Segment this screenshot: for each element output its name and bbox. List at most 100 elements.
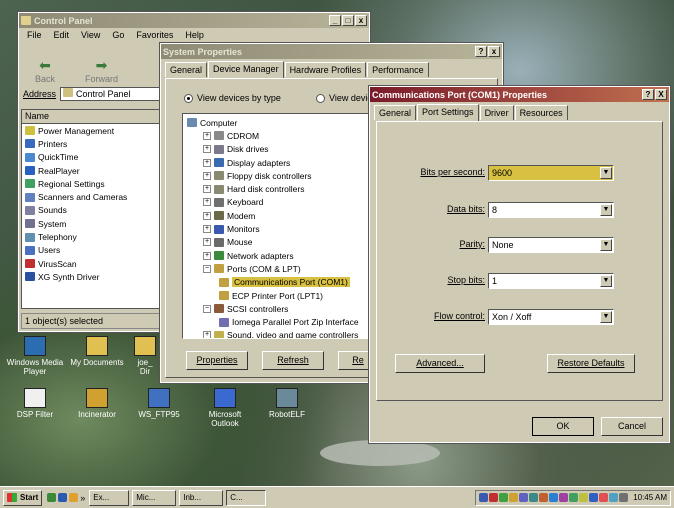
device-tree-node[interactable]: + Network adapters (187, 249, 373, 262)
tray-icon[interactable] (559, 493, 569, 502)
help-button[interactable]: ? (475, 46, 487, 57)
device-tree-node[interactable]: Communications Port (COM1) (187, 276, 373, 289)
desktop-icon-robotelf[interactable]: RobotELF (256, 388, 318, 419)
close-button[interactable]: x (355, 15, 367, 26)
clock[interactable]: 10:45 AM (633, 493, 667, 502)
tray-icon[interactable] (589, 493, 599, 502)
maximize-button[interactable]: □ (342, 15, 354, 26)
taskbar-item-control-panel[interactable]: C... (226, 489, 267, 506)
properties-button[interactable]: Properties (186, 351, 248, 370)
name-column-header[interactable]: Name (22, 110, 162, 124)
expand-icon[interactable]: + (203, 171, 211, 180)
tab-resources[interactable]: Resources (514, 105, 568, 120)
expand-icon[interactable]: + (203, 145, 211, 154)
expand-icon[interactable]: + (203, 185, 211, 194)
tab-hardware-profiles[interactable]: Hardware Profiles (284, 62, 367, 77)
expand-icon[interactable]: + (203, 238, 211, 247)
tray-icon[interactable] (489, 493, 499, 502)
device-tree-node[interactable]: Computer (187, 116, 373, 129)
taskbar-item-inbox[interactable]: Inb... (179, 489, 224, 506)
desktop-icon-media-player[interactable]: Windows Media Player (4, 336, 66, 376)
list-item[interactable]: Regional Settings (22, 177, 162, 190)
device-tree-node[interactable]: + Modem (187, 209, 373, 222)
desktop-icon-my-documents[interactable]: My Documents (66, 336, 128, 367)
device-tree-node[interactable]: ECP Printer Port (LPT1) (187, 289, 373, 302)
device-tree-node[interactable]: + CDROM (187, 129, 373, 142)
menu-help[interactable]: Help (185, 30, 204, 42)
tab-port-settings[interactable]: Port Settings (417, 104, 479, 121)
list-item[interactable]: RealPlayer (22, 164, 162, 177)
menu-favorites[interactable]: Favorites (136, 30, 173, 42)
list-item[interactable]: Power Management (22, 124, 162, 137)
device-tree-node[interactable]: + Keyboard (187, 196, 373, 209)
tray-icon[interactable] (479, 493, 489, 502)
tab-general[interactable]: General (374, 105, 417, 120)
start-button[interactable]: Start (3, 489, 43, 506)
tray-icon[interactable] (499, 493, 509, 502)
menu-view[interactable]: View (81, 30, 100, 42)
tab-general[interactable]: General (165, 62, 208, 77)
device-tree-node[interactable]: + Display adapters (187, 156, 373, 169)
collapse-icon[interactable]: − (203, 264, 211, 273)
collapse-icon[interactable]: − (203, 304, 211, 313)
tab-driver[interactable]: Driver (479, 105, 514, 120)
desktop-icon-ws-ftp[interactable]: WS_FTP95 (128, 388, 190, 419)
browser-quicklaunch-icon[interactable] (58, 493, 68, 502)
desktop-icon-outlook[interactable]: Microsoft Outlook (194, 388, 256, 428)
ok-button[interactable]: OK (532, 417, 594, 436)
help-button[interactable]: ? (642, 89, 654, 100)
device-tree-node[interactable]: + Hard disk controllers (187, 182, 373, 195)
tray-icon[interactable] (619, 493, 629, 502)
expand-icon[interactable]: + (203, 198, 211, 207)
tray-icon[interactable] (529, 493, 539, 502)
system-properties-titlebar[interactable]: System Properties ? x (161, 44, 502, 59)
expand-icon[interactable]: + (203, 251, 211, 260)
taskbar-item-explorer[interactable]: Ex... (89, 489, 130, 506)
tray-icon[interactable] (599, 493, 609, 502)
chevron-down-icon[interactable]: ▼ (600, 311, 612, 323)
desktop-quicklaunch-icon[interactable] (47, 493, 57, 502)
refresh-button[interactable]: Refresh (262, 351, 324, 370)
chevron-down-icon[interactable]: ▼ (600, 204, 612, 216)
device-tree[interactable]: Computer + CDROM + Disk drives + Display adapt… (182, 113, 374, 339)
device-tree-node[interactable]: + Sound, video and game controllers (187, 329, 373, 338)
forward-button[interactable]: ➡ Forward (85, 57, 118, 84)
flow-control-select[interactable]: Xon / Xoff ▼ (488, 309, 614, 325)
control-panel-titlebar[interactable]: Control Panel _ □ x (19, 13, 369, 28)
list-item[interactable]: Printers (22, 137, 162, 150)
taskbar-item-microsoft[interactable]: Mic... (132, 489, 177, 506)
device-tree-node[interactable]: Iomega Parallel Port Zip Interface (187, 315, 373, 328)
view-by-connection-radio[interactable]: View devic (316, 93, 372, 103)
chevron-down-icon[interactable]: ▼ (600, 239, 612, 251)
tab-performance[interactable]: Performance (367, 62, 429, 77)
parity-select[interactable]: None ▼ (488, 237, 614, 253)
back-button[interactable]: ⬅ Back (35, 57, 55, 84)
list-item[interactable]: XG Synth Driver (22, 270, 162, 283)
advanced-button[interactable]: Advanced... (395, 354, 485, 373)
device-tree-node[interactable]: + Monitors (187, 222, 373, 235)
minimize-button[interactable]: _ (329, 15, 341, 26)
stop-bits-select[interactable]: 1 ▼ (488, 273, 614, 289)
expand-icon[interactable]: + (203, 225, 211, 234)
list-item[interactable]: Scanners and Cameras (22, 190, 162, 203)
menu-file[interactable]: File (27, 30, 42, 42)
outlook-quicklaunch-icon[interactable] (69, 493, 79, 502)
tray-icon[interactable] (579, 493, 589, 502)
desktop-icon-incinerator[interactable]: Incinerator (66, 388, 128, 419)
expand-icon[interactable]: + (203, 211, 211, 220)
list-item[interactable]: QuickTime (22, 151, 162, 164)
menu-go[interactable]: Go (112, 30, 124, 42)
device-tree-node[interactable]: − Ports (COM & LPT) (187, 262, 373, 275)
com-properties-titlebar[interactable]: Communications Port (COM1) Properties ? … (370, 87, 669, 102)
chevron-down-icon[interactable]: ▼ (600, 167, 612, 179)
quicklaunch-chevron[interactable]: » (80, 493, 85, 503)
view-by-type-radio[interactable]: View devices by type (184, 93, 281, 103)
close-button[interactable]: X (655, 89, 667, 100)
tray-icon[interactable] (539, 493, 549, 502)
tray-icon[interactable] (509, 493, 519, 502)
device-tree-node[interactable]: + Floppy disk controllers (187, 169, 373, 182)
address-input[interactable]: Control Panel (60, 87, 171, 101)
cancel-button[interactable]: Cancel (601, 417, 663, 436)
chevron-down-icon[interactable]: ▼ (600, 275, 612, 287)
desktop-icon-dsp-filter[interactable]: DSP Filter (4, 388, 66, 419)
